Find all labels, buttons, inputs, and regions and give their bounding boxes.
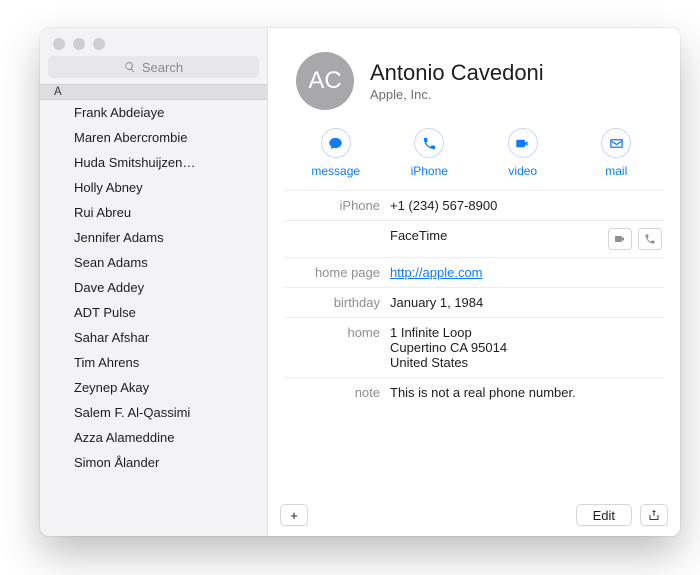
list-item[interactable]: Huda Smitshuijzen… (40, 150, 267, 175)
list-item[interactable]: Rui Abreu (40, 200, 267, 225)
list-item[interactable]: Azza Alameddine (40, 425, 267, 450)
fields: iPhone +1 (234) 567-8900 FaceTime home p… (268, 190, 680, 407)
zoom-icon[interactable] (93, 38, 105, 50)
message-action[interactable]: message (290, 128, 382, 178)
phone-icon (644, 233, 656, 245)
list-item[interactable]: Salem F. Al-Qassimi (40, 400, 267, 425)
homepage-link[interactable]: http://apple.com (390, 265, 483, 280)
list-item[interactable]: ADT Pulse (40, 300, 267, 325)
field-home: home 1 Infinite Loop Cupertino CA 95014 … (284, 317, 664, 377)
footer: + Edit (268, 496, 680, 536)
list-item[interactable]: Zeynep Akay (40, 375, 267, 400)
phone-icon (414, 128, 444, 158)
field-birthday: birthday January 1, 1984 (284, 287, 664, 317)
list-item[interactable]: Dave Addey (40, 275, 267, 300)
field-value[interactable]: 1 Infinite Loop Cupertino CA 95014 Unite… (390, 325, 664, 370)
field-label: note (284, 385, 380, 400)
action-label: mail (605, 164, 627, 178)
field-label: home (284, 325, 380, 340)
action-label: message (311, 164, 360, 178)
name-block: Antonio Cavedoni Apple, Inc. (370, 60, 544, 102)
field-iphone: iPhone +1 (234) 567-8900 (284, 190, 664, 220)
contact-detail: AC Antonio Cavedoni Apple, Inc. message … (268, 28, 680, 536)
share-button[interactable] (640, 504, 668, 526)
list-item[interactable]: Simon Ålander (40, 450, 267, 475)
add-button[interactable]: + (280, 504, 308, 526)
sidebar: Search A Frank AbdeiayeMaren Abercrombie… (40, 28, 268, 536)
plus-icon: + (290, 508, 298, 523)
field-value: http://apple.com (390, 265, 664, 280)
minimize-icon[interactable] (73, 38, 85, 50)
video-icon (508, 128, 538, 158)
field-value[interactable]: This is not a real phone number. (390, 385, 664, 400)
search-placeholder: Search (142, 60, 183, 75)
contacts-list[interactable]: Frank AbdeiayeMaren AbercrombieHuda Smit… (40, 100, 267, 536)
avatar[interactable]: AC (296, 52, 354, 110)
contact-name: Antonio Cavedoni (370, 60, 544, 86)
edit-button[interactable]: Edit (576, 504, 632, 526)
list-item[interactable]: Sean Adams (40, 250, 267, 275)
edit-label: Edit (593, 508, 615, 523)
list-item[interactable]: Tim Ahrens (40, 350, 267, 375)
action-label: video (508, 164, 537, 178)
field-value: January 1, 1984 (390, 295, 664, 310)
search-icon (124, 61, 136, 73)
phone-action[interactable]: iPhone (384, 128, 476, 178)
search-wrap: Search (40, 56, 267, 84)
list-item[interactable]: Jennifer Adams (40, 225, 267, 250)
window-controls (40, 28, 267, 56)
contact-header: AC Antonio Cavedoni Apple, Inc. (268, 28, 680, 114)
field-label: iPhone (284, 198, 380, 213)
facetime-audio-button[interactable] (638, 228, 662, 250)
field-facetime: FaceTime (284, 220, 664, 257)
message-icon (321, 128, 351, 158)
field-label: home page (284, 265, 380, 280)
facetime-buttons (608, 228, 664, 250)
field-value[interactable]: +1 (234) 567-8900 (390, 198, 664, 213)
action-label: iPhone (411, 164, 448, 178)
list-item[interactable]: Sahar Afshar (40, 325, 267, 350)
action-row: message iPhone video mail (268, 114, 680, 190)
share-icon (648, 509, 660, 521)
section-header: A (40, 84, 267, 100)
video-action[interactable]: video (477, 128, 569, 178)
field-value: FaceTime (390, 228, 598, 243)
video-icon (614, 233, 626, 245)
list-item[interactable]: Frank Abdeiaye (40, 100, 267, 125)
list-item[interactable]: Maren Abercrombie (40, 125, 267, 150)
field-label: birthday (284, 295, 380, 310)
search-input[interactable]: Search (48, 56, 259, 78)
mail-action[interactable]: mail (571, 128, 663, 178)
field-note: note This is not a real phone number. (284, 377, 664, 407)
mail-icon (601, 128, 631, 158)
close-icon[interactable] (53, 38, 65, 50)
field-homepage: home page http://apple.com (284, 257, 664, 287)
contacts-window: Search A Frank AbdeiayeMaren Abercrombie… (40, 28, 680, 536)
contact-company: Apple, Inc. (370, 87, 544, 102)
facetime-video-button[interactable] (608, 228, 632, 250)
list-item[interactable]: Holly Abney (40, 175, 267, 200)
